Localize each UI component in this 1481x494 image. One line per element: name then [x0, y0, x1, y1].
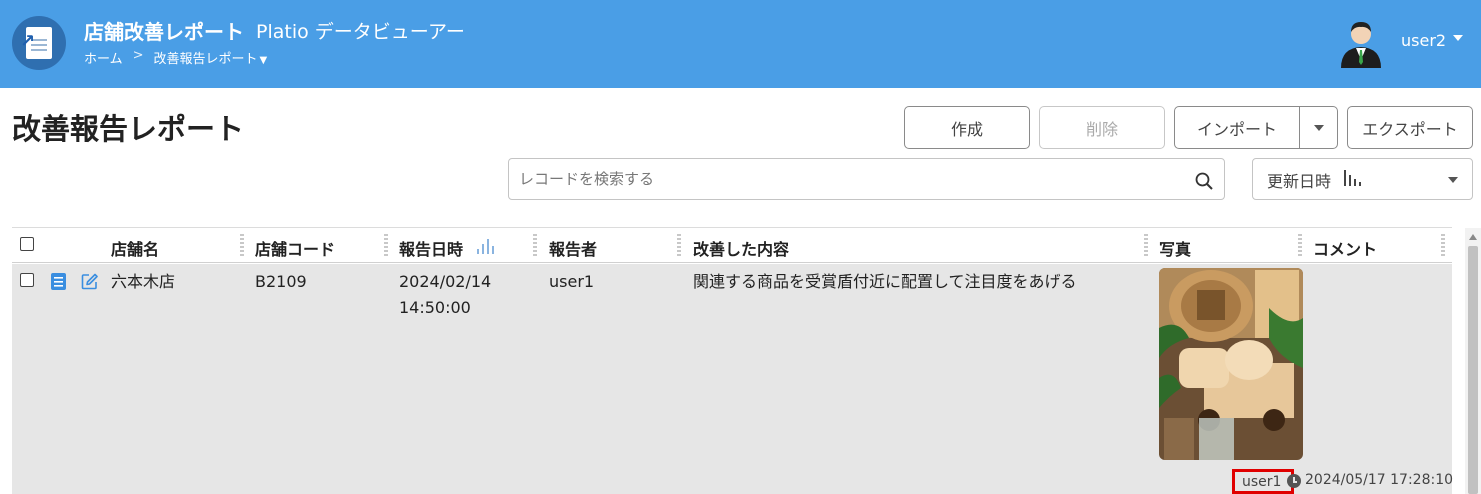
- column-header-comment[interactable]: コメント: [1313, 236, 1377, 260]
- column-header-store-name[interactable]: 店舗名: [111, 236, 159, 260]
- column-header-improvement[interactable]: 改善した内容: [693, 236, 789, 260]
- cell-reporter: user1: [549, 272, 595, 291]
- scroll-up-arrow-icon[interactable]: [1469, 234, 1477, 240]
- delete-button[interactable]: 削除: [1039, 106, 1165, 149]
- breadcrumb-home[interactable]: ホーム: [84, 48, 123, 67]
- sort-descending-icon: [1344, 170, 1361, 186]
- column-header-photo[interactable]: 写真: [1159, 236, 1191, 260]
- cell-report-time: 14:50:00: [399, 298, 471, 317]
- column-resize-handle[interactable]: [240, 234, 244, 258]
- chevron-down-icon: ▼: [259, 55, 268, 66]
- breadcrumb-current[interactable]: 改善報告レポート ▼: [154, 48, 268, 67]
- search-icon[interactable]: [1195, 172, 1213, 190]
- updated-at-timestamp: 2024/05/17 17:28:10: [1305, 472, 1454, 488]
- edit-record-icon[interactable]: [81, 273, 98, 290]
- updated-by-user[interactable]: user1: [1232, 469, 1294, 494]
- app-subtitle: Platio データビューアー: [256, 21, 465, 43]
- updated-by-label: user1: [1242, 474, 1282, 490]
- column-resize-handle[interactable]: [1441, 234, 1445, 258]
- app-logo-icon[interactable]: ↗: [12, 16, 66, 70]
- select-all-checkbox[interactable]: [20, 237, 34, 251]
- cell-store-name: 六本木店: [111, 272, 176, 291]
- sort-select-label: 更新日時: [1267, 172, 1332, 191]
- photo-thumbnail[interactable]: [1159, 268, 1303, 460]
- import-options-button[interactable]: [1299, 106, 1338, 149]
- cell-report-date: 2024/02/14: [399, 272, 492, 291]
- clock-icon: [1287, 474, 1301, 488]
- user-menu[interactable]: user2: [1401, 31, 1446, 50]
- cell-store-code: B2109: [255, 272, 307, 291]
- create-button[interactable]: 作成: [904, 106, 1030, 149]
- column-resize-handle[interactable]: [1298, 234, 1302, 258]
- export-button[interactable]: エクスポート: [1347, 106, 1473, 149]
- search-input[interactable]: [509, 159, 1179, 199]
- column-header-reporter[interactable]: 報告者: [549, 236, 597, 260]
- column-resize-handle[interactable]: [1144, 234, 1148, 258]
- import-button[interactable]: インポート: [1174, 106, 1300, 149]
- scrollbar-thumb[interactable]: [1468, 246, 1478, 494]
- breadcrumb-current-label: 改善報告レポート: [153, 52, 258, 67]
- chevron-down-icon: [1313, 124, 1324, 131]
- row-checkbox[interactable]: [20, 273, 34, 287]
- column-header-store-code[interactable]: 店舗コード: [255, 236, 335, 260]
- cell-improvement: 関連する商品を受賞盾付近に配置して注目度をあげる: [693, 272, 1077, 291]
- column-resize-handle[interactable]: [384, 234, 388, 258]
- user-menu-caret-icon[interactable]: [1453, 35, 1463, 41]
- chevron-down-icon: [1448, 177, 1458, 183]
- page-title: 改善報告レポート: [12, 112, 245, 146]
- breadcrumb-separator: >: [132, 48, 144, 63]
- column-header-report-date[interactable]: 報告日時: [399, 236, 463, 260]
- app-title: 店舗改善レポート: [84, 20, 244, 44]
- breadcrumb: ホーム > 改善報告レポート ▼: [84, 48, 267, 67]
- sort-icon[interactable]: [476, 238, 494, 254]
- view-record-icon[interactable]: [51, 273, 66, 290]
- column-resize-handle[interactable]: [677, 234, 681, 258]
- user-avatar-icon[interactable]: [1339, 20, 1383, 68]
- search-box: [508, 158, 1225, 200]
- column-resize-handle[interactable]: [533, 234, 537, 258]
